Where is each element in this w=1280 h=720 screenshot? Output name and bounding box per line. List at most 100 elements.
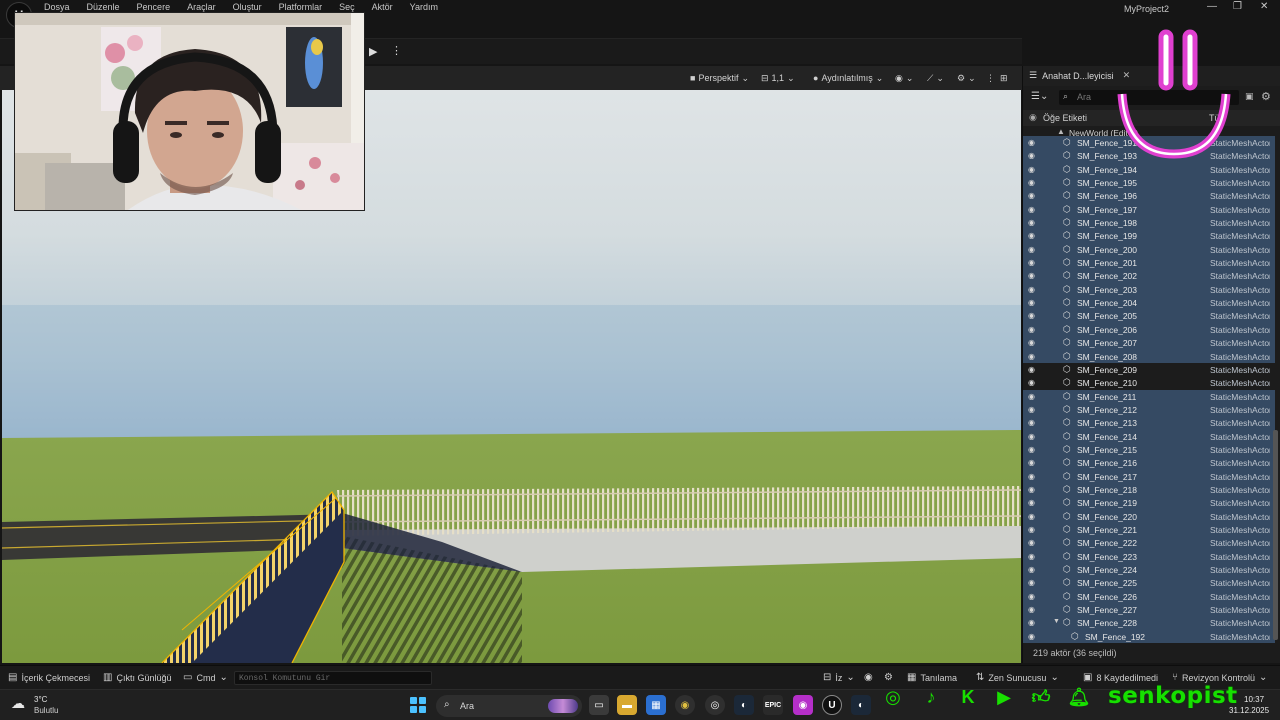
visibility-eye-icon[interactable]: ◉ [1028, 405, 1035, 414]
viewport-layout-button[interactable]: ⊞ [1000, 71, 1008, 85]
menu-item[interactable]: Araçlar [187, 2, 216, 12]
outliner-row[interactable]: ◉ ⬡ SM_Fence_204 StaticMeshActor [1023, 296, 1275, 310]
outliner-row[interactable]: ◉ ⬡ SM_Fence_215 StaticMeshActor [1023, 442, 1275, 457]
steam-icon[interactable]: ◐ [734, 695, 754, 715]
task-view-icon[interactable]: ▭ [589, 695, 609, 715]
visibility-eye-icon[interactable]: ◉ [1028, 418, 1035, 427]
chrome-icon[interactable]: ◉ [675, 695, 695, 715]
outliner-row[interactable]: ◉ ⬡ SM_Fence_214 StaticMeshActor [1023, 429, 1275, 443]
outliner-row[interactable]: ◉ ⬡ SM_Fence_203 StaticMeshActor [1023, 282, 1275, 297]
outliner-row[interactable]: ◉ ⬡ SM_Fence_207 StaticMeshActor [1023, 336, 1275, 350]
visibility-eye-icon[interactable]: ◉ [1028, 578, 1035, 587]
revision-control-dropdown[interactable]: ⑂ Revizyon Kontrolü ⌄ [1172, 672, 1267, 683]
visibility-eye-icon[interactable]: ◉ [1028, 138, 1035, 147]
outliner-row[interactable]: ◉ ⬡ SM_Fence_222 StaticMeshActor [1023, 536, 1275, 550]
viewport-more-button[interactable]: ⋮ [986, 71, 995, 85]
visibility-eye-icon[interactable]: ◉ [1028, 605, 1035, 614]
lighting-dropdown[interactable]: ● Aydınlatılmış ⌄ [813, 71, 883, 85]
outliner-row[interactable]: ◉ ⬡ SM_Fence_199 StaticMeshActor [1023, 229, 1275, 243]
taskbar-search[interactable]: ⌕ Ara [436, 695, 582, 717]
visibility-eye-icon[interactable]: ◉ [1028, 285, 1035, 294]
outliner-row[interactable]: ◉ ⬡ SM_Fence_197 StaticMeshActor [1023, 202, 1275, 217]
play-button[interactable]: ▶ [369, 45, 383, 59]
visibility-eye-icon[interactable]: ◉ [1028, 485, 1035, 494]
outliner-row[interactable]: ◉ ⬡ SM_Fence_212 StaticMeshActor [1023, 402, 1275, 417]
outliner-row[interactable]: ◉ ⬡ SM_Fence_223 StaticMeshActor [1023, 549, 1275, 563]
outliner-row[interactable]: ◉ ⬡ SM_Fence_227 StaticMeshActor [1023, 603, 1275, 617]
outliner-row[interactable]: ◉ ⬡ SM_Fence_217 StaticMeshActor [1023, 469, 1275, 483]
visibility-eye-icon[interactable]: ◉ [1028, 258, 1035, 267]
visibility-eye-icon[interactable]: ◉ [1028, 592, 1035, 601]
cloud-icon[interactable]: ☁ [11, 695, 25, 712]
visibility-eye-icon[interactable]: ◉ [1028, 378, 1035, 387]
epic-games-icon[interactable]: EPIC [763, 695, 783, 715]
outliner-row[interactable]: ◉ ⬡ SM_Fence_216 StaticMeshActor [1023, 456, 1275, 470]
outliner-row[interactable]: ◉ ▼ ⬡ SM_Fence_228 StaticMeshActor [1023, 616, 1275, 630]
outliner-row[interactable]: ◉ ⬡ SM_Fence_198 StaticMeshActor [1023, 216, 1275, 230]
visibility-eye-icon[interactable]: ◉ [1028, 632, 1035, 641]
record-button[interactable]: ◉ [864, 672, 873, 683]
menu-item[interactable]: Düzenle [87, 2, 120, 12]
menu-item[interactable]: Oluştur [233, 2, 262, 12]
settings-button[interactable]: ⚙ [884, 672, 893, 683]
github-icon[interactable]: ◎ [705, 695, 725, 715]
outliner-row[interactable]: ◉ ⬡ SM_Fence_201 StaticMeshActor [1023, 256, 1275, 270]
outliner-row[interactable]: ◉ ⬡ SM_Fence_224 StaticMeshActor [1023, 563, 1275, 577]
visibility-eye-icon[interactable]: ◉ [1028, 298, 1035, 307]
visibility-eye-icon[interactable]: ◉ [1028, 325, 1035, 334]
menu-item[interactable]: Pencere [137, 2, 171, 12]
item-label-column[interactable]: Öğe Etiketi [1043, 113, 1087, 123]
menu-item[interactable]: Aktör [372, 2, 393, 12]
visibility-eye-icon[interactable]: ◉ [1028, 218, 1035, 227]
visibility-eye-icon[interactable]: ◉ [1028, 445, 1035, 454]
visibility-eye-icon[interactable]: ◉ [1028, 191, 1035, 200]
visibility-eye-icon[interactable]: ◉ [1028, 458, 1035, 467]
visibility-eye-icon[interactable]: ◉ [1028, 538, 1035, 547]
derived-data-button[interactable]: ▦ Tanılama [907, 672, 957, 683]
console-command-input[interactable] [234, 671, 432, 685]
visibility-eye-icon[interactable]: ◉ [1028, 311, 1035, 320]
visibility-eye-icon[interactable]: ◉ [1028, 552, 1035, 561]
visibility-eye-icon[interactable]: ◉ [1028, 432, 1035, 441]
unreal-engine-icon[interactable]: U [822, 695, 842, 715]
outliner-row[interactable]: ◉ ⬡ SM_Fence_195 StaticMeshActor [1023, 176, 1275, 190]
visibility-column-eye-icon[interactable]: ◉ [1029, 112, 1037, 123]
play-options-icon[interactable]: ⋮ [391, 44, 402, 57]
expand-arrow-icon[interactable]: ▼ [1053, 618, 1060, 625]
outliner-row[interactable]: ◉ ⬡ SM_Fence_209 StaticMeshActor [1023, 362, 1275, 377]
menu-item[interactable]: Dosya [44, 2, 70, 12]
visibility-eye-icon[interactable]: ◉ [1028, 205, 1035, 214]
maximize-icon[interactable]: ❐ [1233, 1, 1242, 12]
filter-icon[interactable]: ☰⌄ [1031, 91, 1048, 102]
minimize-icon[interactable]: — [1207, 1, 1217, 12]
menu-item[interactable]: Yardım [410, 2, 438, 12]
gear-icon[interactable]: ⚙ [1261, 90, 1271, 103]
viewport-settings-button[interactable]: ⚙ ⌄ [957, 71, 976, 85]
visibility-eye-icon[interactable]: ◉ [1028, 498, 1035, 507]
cmd-dropdown[interactable]: ▭ Cmd ⌄ [183, 672, 228, 683]
visibility-eye-icon[interactable]: ◉ [1028, 352, 1035, 361]
unsaved-button[interactable]: ▣ 8 Kaydedilmedi [1083, 672, 1158, 683]
outliner-row[interactable]: ◉ ⬡ SM_Fence_210 StaticMeshActor [1023, 376, 1275, 390]
zen-server-dropdown[interactable]: ⇅ Zen Sunucusu ⌄ [976, 672, 1059, 683]
show-flags-button[interactable]: ◉ ⌄ [895, 71, 913, 85]
visibility-eye-icon[interactable]: ◉ [1028, 618, 1035, 627]
outliner-row[interactable]: ◉ ⬡ SM_Fence_219 StaticMeshActor [1023, 496, 1275, 510]
outliner-row[interactable]: ◉ ⬡ SM_Fence_221 StaticMeshActor [1023, 522, 1275, 537]
outliner-row[interactable]: ◉ ⬡ SM_Fence_206 StaticMeshActor [1023, 322, 1275, 337]
outliner-row[interactable]: ◉ ⬡ SM_Fence_226 StaticMeshActor [1023, 589, 1275, 604]
outliner-row[interactable]: ◉ ⬡ SM_Fence_192 StaticMeshActor [1023, 629, 1275, 644]
snap-settings-button[interactable]: ⟋ ⌄ [927, 71, 944, 85]
visibility-eye-icon[interactable]: ◉ [1028, 151, 1035, 160]
close-icon[interactable]: ✕ [1260, 1, 1268, 12]
visibility-eye-icon[interactable]: ◉ [1028, 271, 1035, 280]
visibility-eye-icon[interactable]: ◉ [1028, 472, 1035, 481]
file-explorer-icon[interactable]: ▬ [617, 695, 637, 715]
visibility-eye-icon[interactable]: ◉ [1028, 525, 1035, 534]
outliner-row[interactable]: ◉ ⬡ SM_Fence_194 StaticMeshActor [1023, 162, 1275, 177]
visibility-eye-icon[interactable]: ◉ [1028, 165, 1035, 174]
weather-description[interactable]: Bulutlu [34, 706, 58, 715]
steam-icon[interactable]: ◐ [851, 695, 871, 715]
outliner-row[interactable]: ◉ ⬡ SM_Fence_202 StaticMeshActor [1023, 269, 1275, 283]
outliner-row[interactable]: ◉ ⬡ SM_Fence_220 StaticMeshActor [1023, 509, 1275, 523]
